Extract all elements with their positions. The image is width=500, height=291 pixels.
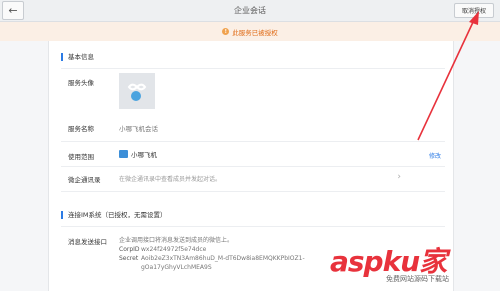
watermark-subtitle: 免费网站源码下载站	[384, 275, 451, 283]
